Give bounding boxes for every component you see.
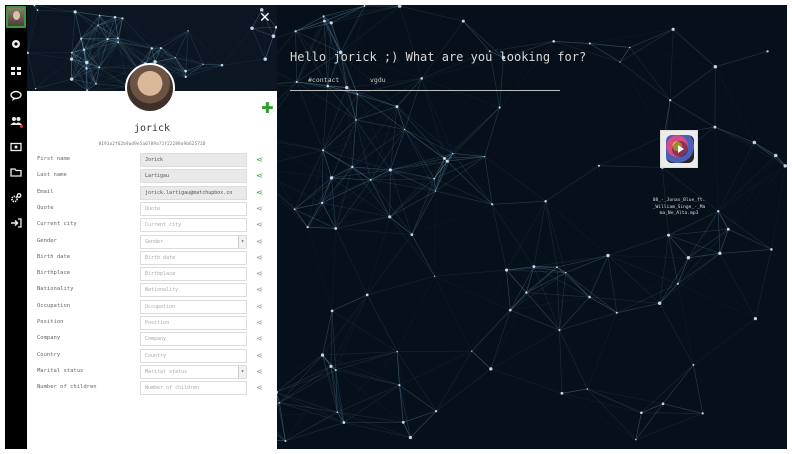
field-label: Number of children [37, 384, 97, 391]
profile-field-row: First name Jorick ⋖ [27, 152, 277, 169]
media-file-name: 08_-_Jonas_Blue_ft._William_Singe_-_Mama… [652, 198, 706, 216]
share-icon[interactable]: ⋖ [256, 302, 263, 311]
id-card-icon[interactable] [10, 141, 22, 153]
field-input[interactable]: Quote [140, 201, 247, 216]
profile-field-row: Birth date Birth date ⋖ [27, 250, 277, 267]
field-label: Marital status [37, 367, 84, 374]
profile-field-row: Country Country ⋖ [27, 348, 277, 365]
field-input[interactable]: Jorick [140, 153, 247, 167]
share-icon[interactable]: ⋖ [256, 204, 263, 213]
share-icon[interactable]: ⋖ [256, 171, 263, 180]
field-input[interactable]: Birth date [140, 250, 247, 265]
field-label: Nationality [37, 286, 74, 293]
field-input[interactable]: Birthplace [140, 267, 247, 282]
play-icon[interactable] [672, 141, 688, 157]
users-icon[interactable] [10, 115, 23, 128]
share-icon[interactable]: ⋖ [256, 269, 263, 278]
logout-icon[interactable] [10, 217, 22, 229]
chat-icon[interactable] [10, 90, 22, 102]
field-input[interactable]: Position [140, 316, 247, 330]
profile-id-hash: 8193a2f62b9ad9e5a0789a71f22289a9b62572D [98, 142, 206, 147]
folder-icon[interactable] [10, 166, 22, 178]
profile-field-row: Occupation Occupation ⋖ [27, 299, 277, 316]
field-input[interactable]: Lartigau [140, 169, 247, 184]
field-label: Gender [37, 237, 57, 244]
field-label: Current city [37, 221, 77, 228]
profile-field-row: Company Company ⋖ [27, 331, 277, 348]
profile-field-row: Number of children Number of children ⋖ [27, 380, 277, 397]
profile-field-row: Birthplace Birthplace ⋖ [27, 266, 277, 283]
share-icon[interactable]: ⋖ [256, 220, 263, 229]
field-label: Position [37, 319, 64, 325]
field-label: Email [37, 188, 54, 195]
profile-field-row: Last name Lartigau ⋖ [27, 168, 277, 185]
share-icon[interactable]: ⋖ [256, 367, 263, 376]
share-icon[interactable]: ⋖ [256, 237, 263, 246]
profile-avatar[interactable] [125, 63, 175, 113]
field-label: Birthplace [37, 270, 71, 277]
profile-field-row: Nationality Nationality ⋖ [27, 282, 277, 299]
user-avatar-thumbnail[interactable] [6, 6, 26, 28]
search-greeting[interactable]: Hello jorick ;) What are you looking for… [290, 50, 586, 64]
icon-sidebar [5, 5, 27, 449]
field-input[interactable]: Company [140, 332, 247, 347]
media-file-tile[interactable]: 08_-_Jonas_Blue_ft._William_Singe_-_Mama… [653, 130, 705, 216]
profile-panel: ✕ ✚ jorick 8193a2f62b9ad9e5a0789a71f2228… [27, 5, 277, 449]
add-field-button[interactable]: ✚ [261, 99, 274, 117]
field-input[interactable]: Current city [140, 218, 247, 233]
profile-username: jorick [133, 123, 171, 134]
share-icon[interactable]: ⋖ [256, 318, 263, 327]
field-input[interactable]: Nationality [140, 283, 247, 298]
field-label: Last name [37, 172, 67, 179]
app-frame: Hello jorick ;) What are you looking for… [5, 5, 787, 449]
profile-field-row: Gender Gender ⋖ [27, 234, 277, 251]
share-icon[interactable]: ⋖ [256, 155, 263, 164]
grid-icon[interactable] [10, 65, 22, 77]
field-label: Quote [37, 204, 54, 211]
profile-field-row: Position Position ⋖ [27, 315, 277, 332]
field-label: First name [37, 156, 71, 162]
close-icon[interactable]: ✕ [259, 10, 271, 26]
album-thumbnail[interactable] [660, 130, 698, 168]
search-tag-bar[interactable]: #contact vgdu [290, 73, 560, 91]
field-input[interactable]: Occupation [140, 299, 247, 314]
share-icon[interactable]: ⋖ [256, 188, 263, 197]
field-input[interactable]: Country [140, 348, 247, 363]
search-tag[interactable]: vgdu [370, 76, 386, 84]
location-pin-icon[interactable] [10, 39, 22, 51]
field-input[interactable]: Number of children [140, 381, 247, 396]
field-select[interactable]: Marital status [140, 364, 247, 379]
field-label: Occupation [37, 302, 71, 309]
profile-field-row: Email jorick.lartigau@matchupbox.co ⋖ [27, 185, 277, 202]
share-icon[interactable]: ⋖ [256, 285, 263, 294]
profile-field-row: Current city Current city ⋖ [27, 217, 277, 234]
search-tag[interactable]: #contact [308, 76, 339, 84]
field-select[interactable]: Gender [140, 234, 247, 249]
field-input[interactable]: jorick.lartigau@matchupbox.co [140, 185, 247, 200]
notification-dot [20, 125, 23, 128]
share-icon[interactable]: ⋖ [256, 351, 263, 360]
profile-field-row: Marital status Marital status ⋖ [27, 364, 277, 381]
profile-field-row: Quote Quote ⋖ [27, 201, 277, 218]
share-icon[interactable]: ⋖ [256, 253, 263, 262]
field-label: Country [37, 351, 61, 358]
share-icon[interactable]: ⋖ [256, 383, 263, 392]
cogs-icon[interactable] [10, 192, 22, 204]
field-label: Company [37, 335, 61, 342]
share-icon[interactable]: ⋖ [256, 334, 263, 343]
field-label: Birth date [37, 253, 71, 260]
